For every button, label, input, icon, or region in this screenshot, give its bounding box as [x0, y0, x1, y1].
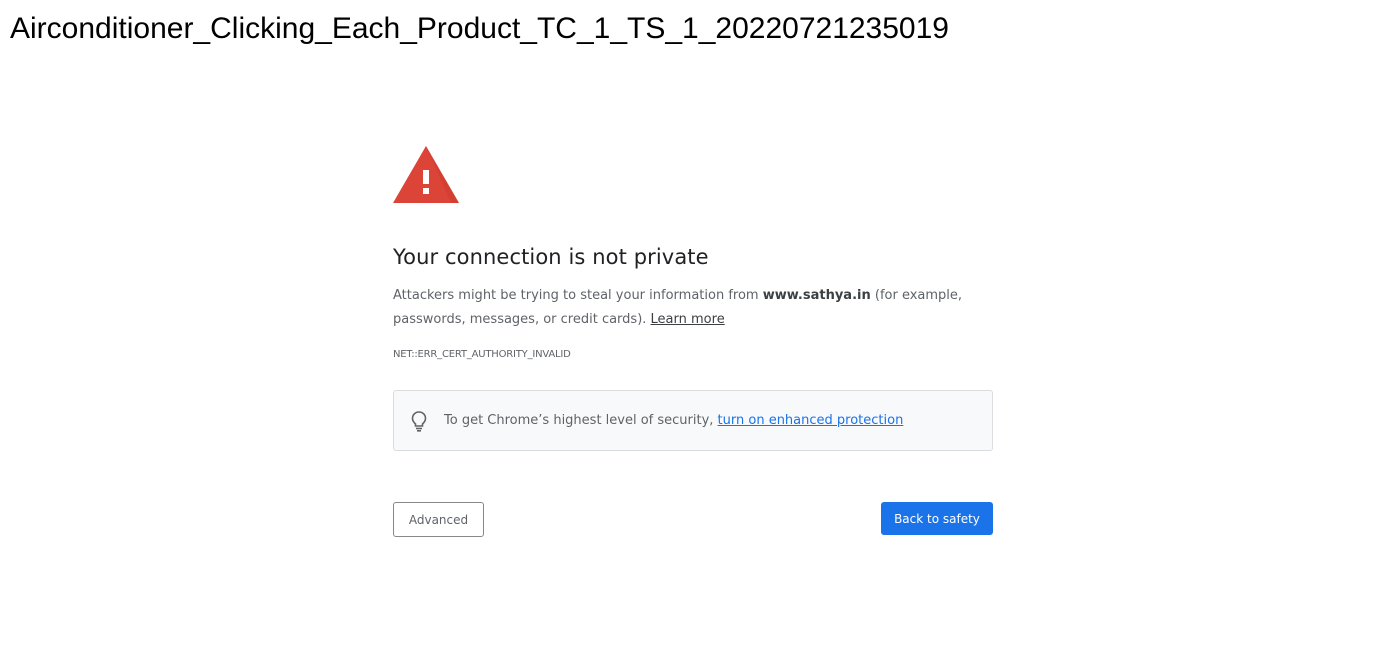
- enhanced-protection-banner: To get Chrome’s highest level of securit…: [393, 390, 993, 451]
- warning-triangle-icon: [393, 146, 459, 203]
- enhanced-protection-message: To get Chrome’s highest level of securit…: [444, 413, 718, 428]
- button-row: Advanced Back to safety: [393, 502, 993, 537]
- lightbulb-icon: [410, 410, 428, 432]
- learn-more-link[interactable]: Learn more: [651, 312, 725, 327]
- security-interstitial: Your connection is not private Attackers…: [393, 146, 993, 537]
- page-heading: Your connection is not private: [393, 245, 709, 269]
- site-domain: www.sathya.in: [762, 288, 871, 303]
- enhanced-protection-link[interactable]: turn on enhanced protection: [718, 413, 904, 428]
- advanced-button[interactable]: Advanced: [393, 502, 484, 537]
- screenshot-caption: Airconditioner_Clicking_Each_Product_TC_…: [10, 12, 949, 45]
- explanation-prefix: Attackers might be trying to steal your …: [393, 288, 763, 303]
- back-to-safety-button[interactable]: Back to safety: [881, 502, 993, 535]
- explanation-paragraph: Attackers might be trying to steal your …: [393, 284, 993, 332]
- error-code: NET::ERR_CERT_AUTHORITY_INVALID: [393, 349, 571, 360]
- enhanced-protection-text: To get Chrome’s highest level of securit…: [444, 413, 903, 428]
